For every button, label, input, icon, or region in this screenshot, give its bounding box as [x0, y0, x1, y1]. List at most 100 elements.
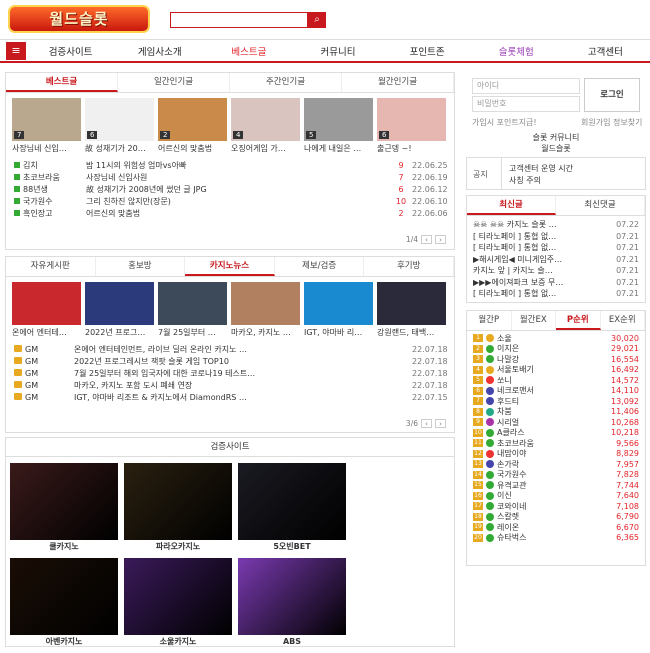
thumb-caption[interactable]: 출근뎅 ~!: [377, 143, 446, 155]
rank-name[interactable]: 내맘이야: [497, 448, 595, 459]
ranking-row[interactable]: 3 나말강 16,554: [473, 354, 639, 365]
ranking-row[interactable]: 9 시리얼 10,268: [473, 417, 639, 428]
list-item[interactable]: 88년생 故 성재기가 2008년에 썼던 글 JPG 6 22.06.12: [14, 183, 448, 195]
rank-name[interactable]: 초코브라움: [497, 438, 595, 449]
verified-site-card[interactable]: ABS: [238, 558, 346, 649]
row-title[interactable]: 사장님네 신입사원: [86, 172, 390, 183]
thumb-image[interactable]: [12, 282, 81, 325]
ranking-row[interactable]: 19 레이온 6,670: [473, 522, 639, 533]
tab-ranking-0[interactable]: 월간P: [467, 311, 512, 330]
ranking-row[interactable]: 10 A클라스 10,218: [473, 428, 639, 439]
thumb-caption[interactable]: IGT, 야마바 리…: [304, 327, 373, 339]
row-title[interactable]: 마카오, 카지노 포함 도시 폐쇄 연장: [74, 380, 412, 391]
thumb-card[interactable]: 7월 25일부터 …: [158, 282, 227, 339]
ranking-row[interactable]: 11 초코브라움 9,566: [473, 438, 639, 449]
thumb-card[interactable]: 5 나에게 내일은 …: [304, 98, 373, 155]
prev-page-button[interactable]: ‹: [421, 235, 432, 244]
tab-news-2[interactable]: 카지노뉴스: [185, 257, 275, 276]
row-title[interactable]: 7월 25일부터 해외 입국자에 대한 코로나19 테스트…: [74, 368, 412, 379]
row-title[interactable]: 온에어 엔터테인먼트, 라이브 딜러 온라인 카지노 …: [74, 344, 412, 355]
list-item[interactable]: 흑인장고 어르신의 맞춤법 2 22.06.06: [14, 208, 448, 220]
tab-ranking-2[interactable]: P순위: [556, 311, 601, 330]
tab-news-3[interactable]: 제보/검증: [275, 257, 365, 276]
notice-line-2[interactable]: 사칭 주의: [509, 175, 541, 186]
ranking-row[interactable]: 8 차붐 11,406: [473, 407, 639, 418]
ranking-row[interactable]: 20 슈타벅스 6,365: [473, 533, 639, 544]
next-page-button[interactable]: ›: [435, 419, 446, 428]
latest-title[interactable]: [ 티라노페이 ] 통협 없…: [473, 288, 615, 299]
latest-title[interactable]: ▶▶▶에이져파크 보증 무…: [473, 277, 615, 288]
list-item[interactable]: GM IGT, 야마바 리조트 & 카지노에서 DiamondRS … 22.07.…: [14, 392, 448, 404]
rank-name[interactable]: 나말강: [497, 354, 595, 365]
row-title[interactable]: IGT, 야마바 리조트 & 카지노에서 DiamondRS …: [74, 392, 412, 403]
thumb-image[interactable]: 2: [158, 98, 227, 141]
verified-site-banner[interactable]: [238, 463, 346, 540]
thumb-card[interactable]: 마카오, 카지노 …: [231, 282, 300, 339]
thumb-image[interactable]: [85, 282, 154, 325]
tab-best-1[interactable]: 일간인기글: [118, 73, 230, 92]
list-item[interactable]: 초코브라움 사장님네 신입사원 7 22.06.19: [14, 171, 448, 183]
verified-site-banner[interactable]: [10, 463, 118, 540]
rank-name[interactable]: 이지은: [497, 343, 595, 354]
next-page-button[interactable]: ›: [435, 235, 446, 244]
ranking-row[interactable]: 15 유격교관 7,744: [473, 480, 639, 491]
nav-item-6[interactable]: 고객센터: [561, 44, 650, 58]
tab-ranking-3[interactable]: EX순위: [601, 311, 645, 330]
verified-site-card[interactable]: 아벤카지노: [10, 558, 118, 649]
thumb-image[interactable]: [304, 282, 373, 325]
latest-title[interactable]: ☠☠ ☠☠ 카지노 슬롯 …: [473, 219, 615, 230]
thumb-image[interactable]: 5: [304, 98, 373, 141]
thumb-card[interactable]: 7 사장님네 신입…: [12, 98, 81, 155]
thumb-caption[interactable]: 2022년 프로그…: [85, 327, 154, 339]
latest-item[interactable]: 카지노 앞 | 카지노 슬… 07.21: [467, 265, 645, 277]
tab-news-0[interactable]: 자유게시판: [6, 257, 96, 276]
rank-name[interactable]: 슈타벅스: [497, 532, 595, 543]
latest-item[interactable]: [ 티라노페이 ] 통협 없… 07.21: [467, 242, 645, 254]
signup-point-link[interactable]: 가입시 포인트지급!: [472, 117, 537, 128]
login-button[interactable]: 로그인: [584, 78, 640, 112]
thumb-caption[interactable]: 사장님네 신입…: [12, 143, 81, 155]
rank-name[interactable]: 손가락: [497, 459, 595, 470]
rank-name[interactable]: 유격교관: [497, 480, 595, 491]
thumb-card[interactable]: 온에어 엔터테…: [12, 282, 81, 339]
thumb-caption[interactable]: 마카오, 카지노 …: [231, 327, 300, 339]
verified-site-name[interactable]: 5오빈BET: [238, 540, 346, 554]
rank-name[interactable]: 네크로맨서: [497, 385, 595, 396]
signup-link[interactable]: 회원가입 정보찾기: [581, 117, 642, 128]
rank-name[interactable]: A클라스: [497, 427, 595, 438]
latest-title[interactable]: [ 티라노페이 ] 통협 없…: [473, 242, 615, 253]
latest-item[interactable]: [ 티라노페이 ] 통협 없… 07.21: [467, 288, 645, 300]
list-item[interactable]: 김치 밤 11시의 위험성 엄마vs아빠 9 22.06.25: [14, 159, 448, 171]
latest-item[interactable]: ☠☠ ☠☠ 카지노 슬롯 … 07.22: [467, 219, 645, 231]
verified-site-card[interactable]: 소울카지노: [124, 558, 232, 649]
ranking-row[interactable]: 14 국가원수 7,828: [473, 470, 639, 481]
verified-site-name[interactable]: ABS: [238, 635, 346, 649]
tab-latest-0[interactable]: 최신글: [467, 196, 556, 215]
site-logo[interactable]: 월드슬롯: [8, 5, 150, 33]
prev-page-button[interactable]: ‹: [421, 419, 432, 428]
thumb-card[interactable]: 6 출근뎅 ~!: [377, 98, 446, 155]
nav-item-3[interactable]: 커뮤니티: [293, 44, 382, 58]
tab-best-3[interactable]: 월간인기글: [342, 73, 454, 92]
search-input[interactable]: [170, 12, 308, 28]
tab-best-0[interactable]: 베스트글: [6, 73, 118, 92]
thumb-card[interactable]: 2022년 프로그…: [85, 282, 154, 339]
latest-title[interactable]: 카지노 앞 | 카지노 슬…: [473, 265, 615, 276]
nav-item-0[interactable]: 검증사이트: [26, 44, 115, 58]
thumb-card[interactable]: IGT, 야마바 리…: [304, 282, 373, 339]
row-title[interactable]: 2022년 프로그레시브 잭팟 슬롯 게임 TOP10: [74, 356, 412, 367]
nav-item-2[interactable]: 베스트글: [204, 44, 293, 58]
rank-name[interactable]: 레이온: [497, 522, 595, 533]
ranking-row[interactable]: 18 스칼렛 6,790: [473, 512, 639, 523]
thumb-caption[interactable]: 故 성재기가 20…: [85, 143, 154, 155]
password-input[interactable]: 비밀번호: [472, 96, 580, 112]
thumb-caption[interactable]: 오징어게임 가…: [231, 143, 300, 155]
rank-name[interactable]: 국가원수: [497, 469, 595, 480]
list-item[interactable]: GM 2022년 프로그레시브 잭팟 슬롯 게임 TOP10 22.07.18: [14, 355, 448, 367]
verified-site-banner[interactable]: [10, 558, 118, 635]
list-item[interactable]: GM 온에어 엔터테인먼트, 라이브 딜러 온라인 카지노 … 22.07.18: [14, 343, 448, 355]
notice-line-1[interactable]: 고객센터 운영 시간: [509, 163, 573, 174]
rank-name[interactable]: 후드티: [497, 396, 595, 407]
thumb-caption[interactable]: 나에게 내일은 …: [304, 143, 373, 155]
tab-latest-1[interactable]: 최신댓글: [556, 196, 645, 215]
